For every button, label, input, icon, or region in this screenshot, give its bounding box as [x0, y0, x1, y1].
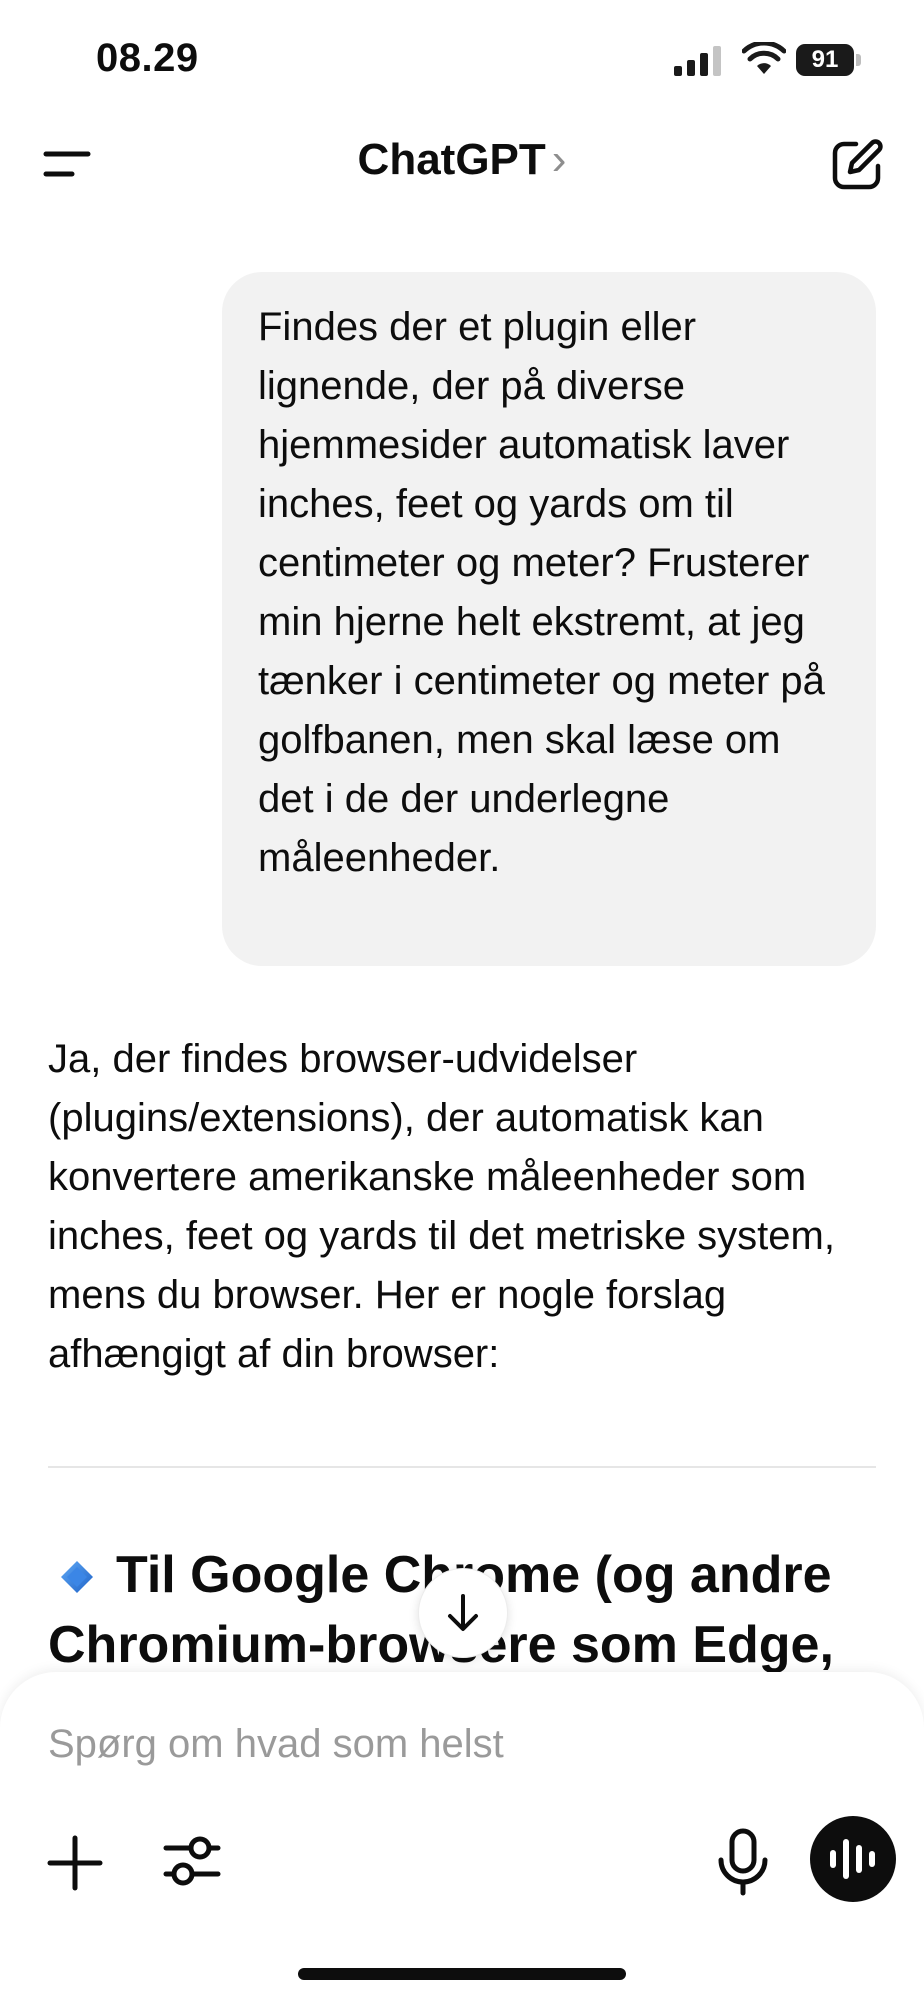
new-chat-icon[interactable] [830, 138, 884, 192]
voice-waveform-icon [830, 1839, 875, 1879]
model-selector[interactable]: ChatGPT › [0, 135, 924, 185]
sliders-icon[interactable] [162, 1830, 222, 1892]
home-indicator [298, 1968, 626, 1980]
cellular-signal-icon [674, 46, 721, 76]
plus-icon[interactable] [44, 1832, 106, 1894]
wifi-icon [742, 42, 786, 74]
status-bar: 08.29 91 [0, 0, 924, 120]
user-message: Findes der et plugin eller lignende, der… [222, 272, 876, 966]
assistant-message: Ja, der findes browser-udvidelser (plugi… [48, 1037, 835, 1376]
message-input[interactable] [48, 1722, 808, 1767]
battery-level: 91 [811, 46, 839, 73]
status-time: 08.29 [96, 36, 199, 80]
microphone-icon[interactable] [716, 1828, 770, 1896]
battery-icon: 91 [796, 44, 862, 76]
voice-mode-button[interactable] [810, 1816, 896, 1902]
scroll-down-button[interactable] [418, 1568, 508, 1658]
chevron-right-icon: › [551, 135, 567, 184]
blue-diamond-icon [61, 1561, 93, 1593]
arrow-down-icon [448, 1594, 478, 1631]
divider [48, 1466, 876, 1468]
page-title: ChatGPT [357, 135, 546, 184]
